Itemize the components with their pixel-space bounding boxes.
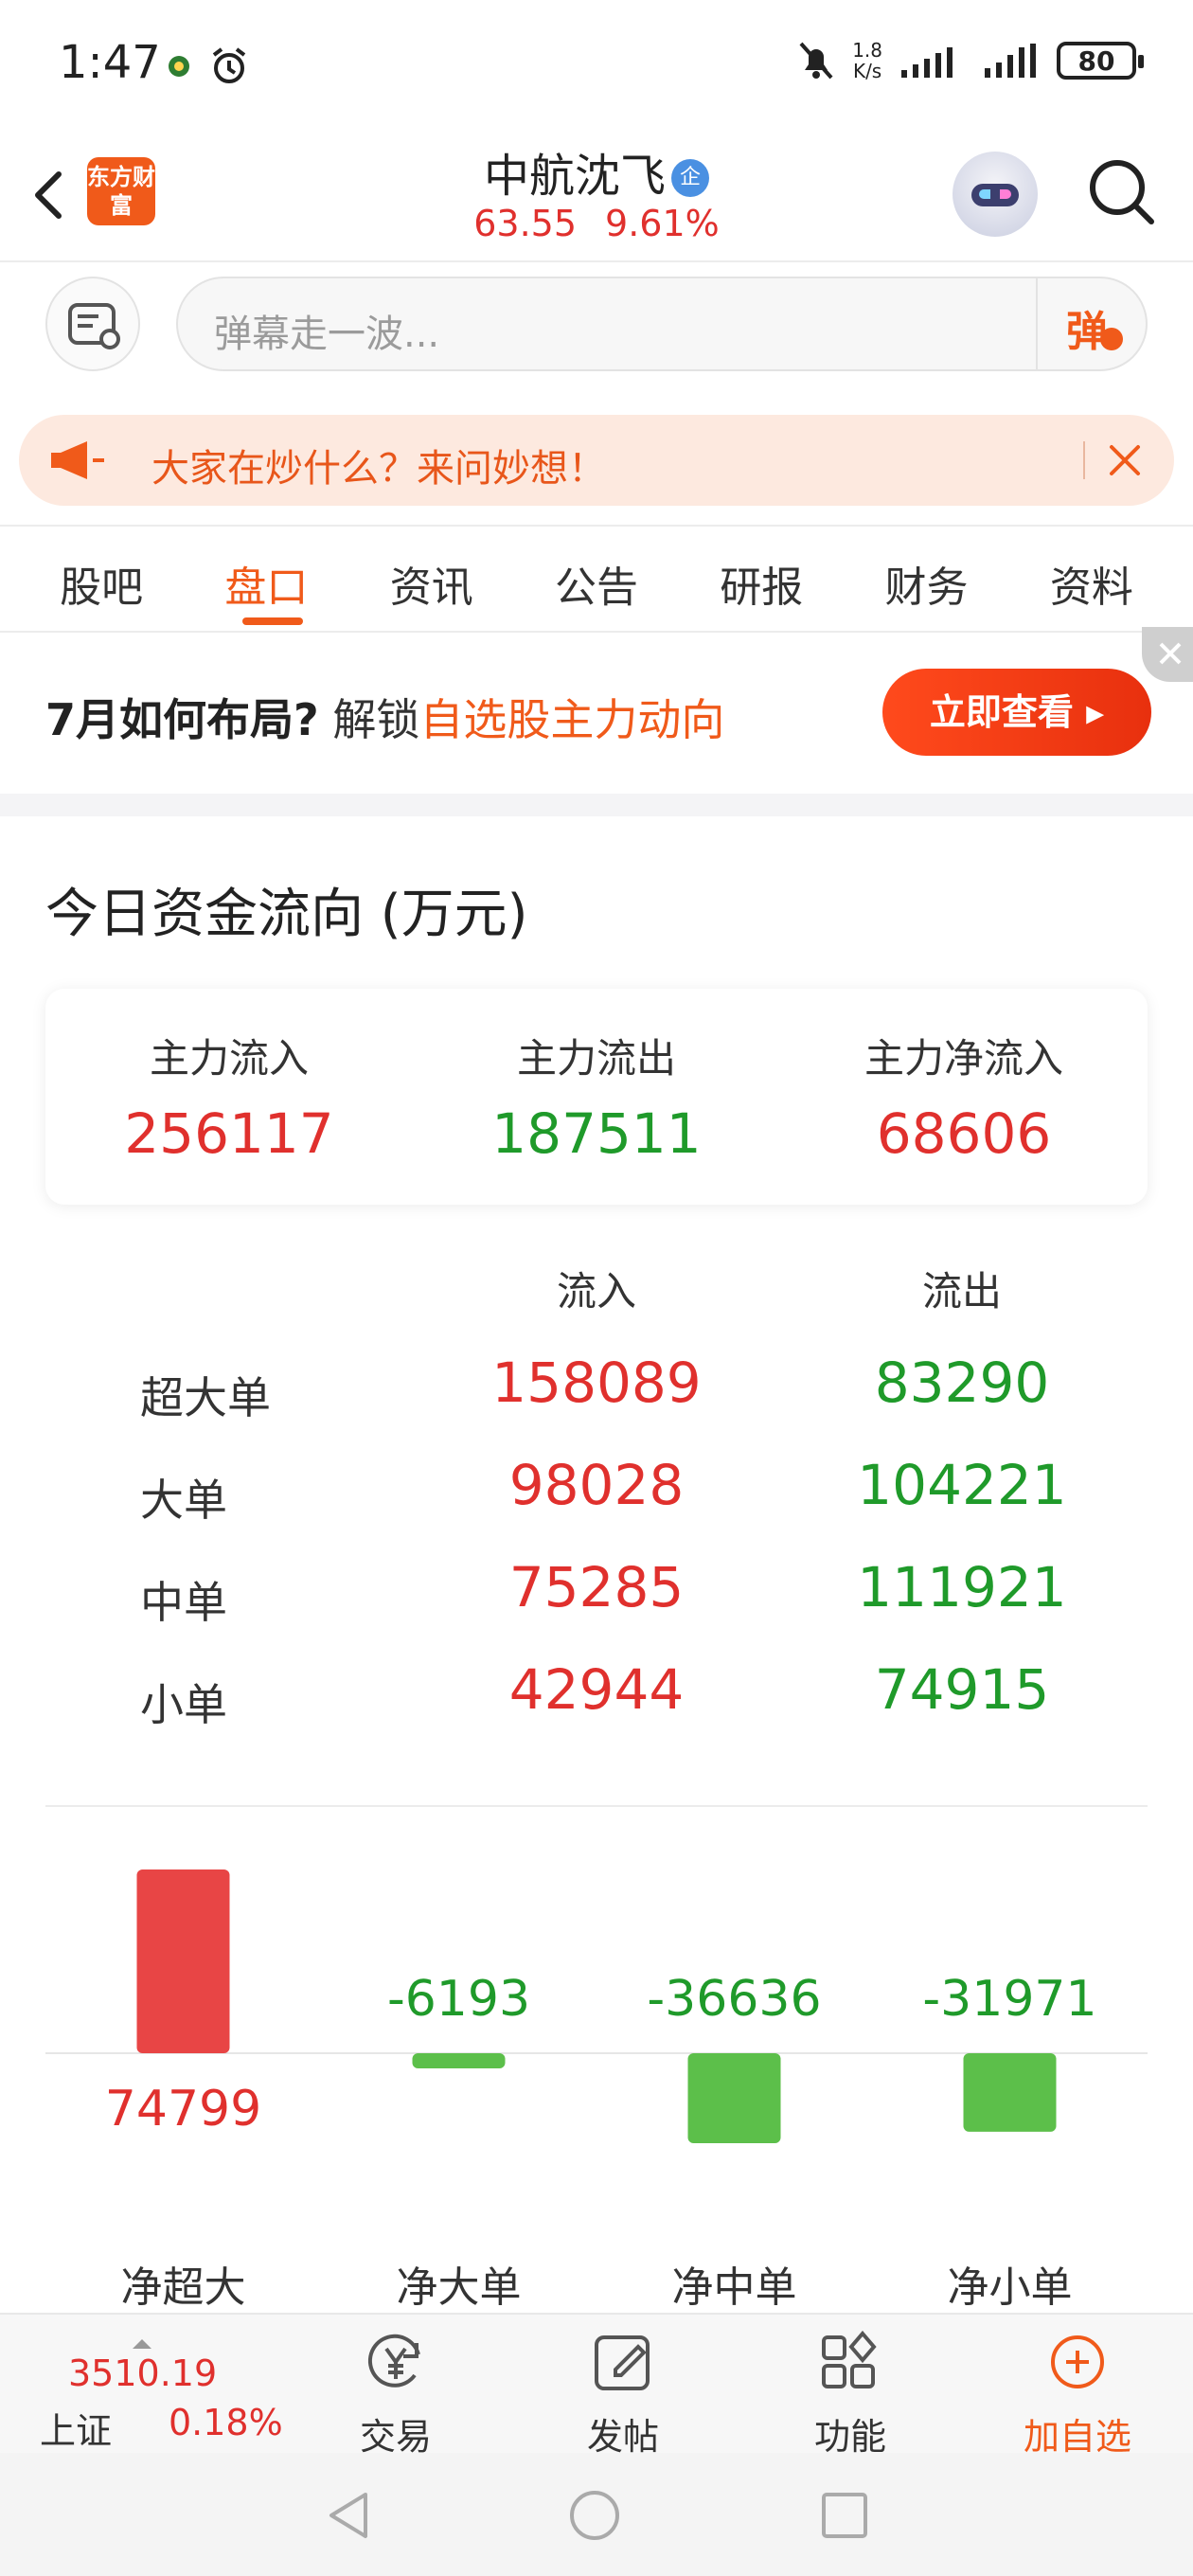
summary-main-outflow: 主力流出 187511 xyxy=(491,1035,702,1166)
market-index-ticker[interactable]: 3510.19 上证 0.18% xyxy=(38,2339,284,2452)
system-back-icon[interactable] xyxy=(324,2489,373,2542)
tab-finance[interactable]: 财务 xyxy=(851,527,1003,631)
summary-main-net-inflow: 主力净流入 68606 xyxy=(864,1035,1063,1166)
nav-post[interactable]: 发帖 xyxy=(547,2326,699,2460)
mute-bell-icon xyxy=(799,42,833,80)
notice-text: 大家在炒什么？来问妙想！ xyxy=(151,447,606,491)
app-notification-icon xyxy=(169,56,189,77)
chart-category-label: 净中单 xyxy=(672,2263,797,2311)
chart-data-label: -31971 xyxy=(922,1971,1096,2028)
table-row: 小单 42944 74915 xyxy=(140,1657,1050,1730)
tab-pankou[interactable]: 盘口 xyxy=(190,527,342,631)
table-row: 大单 98028 104221 xyxy=(140,1453,1067,1526)
chart-bar xyxy=(687,2053,781,2144)
section-gap xyxy=(0,794,1193,816)
edit-post-icon xyxy=(595,2335,650,2390)
chart-category-label: 净超大 xyxy=(121,2263,246,2311)
danmaku-placeholder: 弹幕走一波... xyxy=(214,313,440,356)
table-row: 中单 75285 111921 xyxy=(140,1555,1067,1628)
status-time: 1:47 xyxy=(59,36,161,89)
battery-indicator: 80 xyxy=(1057,42,1144,80)
ask-ai-notice[interactable]: 大家在炒什么？来问妙想！ xyxy=(19,415,1174,506)
summary-main-inflow: 主力流入 256117 xyxy=(124,1035,334,1166)
divider xyxy=(1083,441,1085,479)
tab-news[interactable]: 资讯 xyxy=(356,527,507,631)
verified-badge-icon: 企 xyxy=(671,159,709,197)
plus-circle-icon xyxy=(1051,2335,1104,2388)
chart-bar xyxy=(963,2053,1057,2132)
megaphone-icon xyxy=(51,441,104,479)
promo-highlight: 自选股主力动向 xyxy=(419,694,725,745)
chart-data-label: 74799 xyxy=(105,2081,261,2138)
chart-bar xyxy=(412,2053,506,2069)
danmaku-settings-icon xyxy=(68,303,120,349)
stock-header: 东方财富 中航沈飞企 63.55 9.61% xyxy=(0,133,1193,261)
danmaku-send-button[interactable]: 弹 xyxy=(1036,278,1146,369)
column-header-outflow: 流出 xyxy=(921,1268,1002,1315)
table-row: 超大单 158089 83290 xyxy=(140,1351,1050,1423)
promo-headline: 7月如何布局? xyxy=(45,694,319,745)
net-flow-bar-chart: 74799 净超大 -6193 净大单 -36636 净中单 -31971 净小单 xyxy=(45,1869,1148,2311)
signal-1-icon xyxy=(901,47,953,78)
system-navigation-bar xyxy=(0,2453,1193,2576)
stock-change-pct: 9.61% xyxy=(605,203,720,244)
nav-functions[interactable]: 功能 xyxy=(775,2326,926,2460)
search-icon[interactable] xyxy=(1083,153,1159,229)
close-icon[interactable] xyxy=(1100,436,1149,485)
promo-view-button[interactable]: 立即查看 ▸ xyxy=(882,669,1151,756)
system-home-icon[interactable] xyxy=(568,2489,621,2542)
tab-research[interactable]: 研报 xyxy=(686,527,837,631)
stock-price: 63.55 xyxy=(473,203,578,244)
close-icon xyxy=(1159,642,1182,665)
nav-trade[interactable]: 交易 xyxy=(320,2326,472,2460)
danmaku-settings-button[interactable] xyxy=(45,277,140,371)
danmaku-bar: 弹幕走一波... 弹 xyxy=(0,265,1193,379)
chart-data-label: -36636 xyxy=(647,1971,821,2028)
net-speed: 1.8 K/s xyxy=(852,39,882,82)
status-bar: 1:47 1.8 K/s 80 xyxy=(0,0,1193,133)
promo-text: 解锁 xyxy=(332,694,420,745)
signal-2-icon xyxy=(985,44,1036,78)
stock-name: 中航沈飞 xyxy=(483,150,666,203)
divider xyxy=(0,260,1193,262)
yen-exchange-icon xyxy=(367,2334,420,2388)
grid-icon xyxy=(822,2330,877,2388)
tab-profile[interactable]: 资料 xyxy=(1016,527,1167,631)
caret-up-icon xyxy=(133,2339,151,2349)
chart-category-label: 净大单 xyxy=(397,2263,522,2311)
system-recents-icon[interactable] xyxy=(820,2491,869,2540)
chart-data-label: -6193 xyxy=(387,1971,530,2028)
chart-category-label: 净小单 xyxy=(948,2263,1073,2311)
check-badge-icon xyxy=(1100,328,1123,350)
bottom-navigation: 3510.19 上证 0.18% 交易 发帖 功能 加自选 xyxy=(0,2313,1193,2458)
danmaku-input[interactable]: 弹幕走一波... 弹 xyxy=(176,277,1148,371)
promo-banner[interactable]: 7月如何布局? 解锁自选股主力动向 立即查看 ▸ xyxy=(0,627,1193,794)
tab-announcements[interactable]: 公告 xyxy=(521,527,672,631)
nav-add-watchlist[interactable]: 加自选 xyxy=(1002,2326,1153,2460)
capital-flow-title: 今日资金流向 (万元) xyxy=(45,884,528,945)
alarm-icon xyxy=(212,47,246,83)
tab-bar: 股吧 盘口 资讯 公告 研报 财务 资料 xyxy=(0,527,1193,631)
capital-flow-summary: 主力流入 256117 主力流出 187511 主力净流入 68606 xyxy=(45,989,1148,1205)
chart-bar xyxy=(136,1869,230,2053)
column-header-inflow: 流入 xyxy=(556,1268,636,1315)
promo-close-button[interactable] xyxy=(1142,627,1193,682)
ai-assistant-avatar[interactable] xyxy=(953,152,1038,237)
divider xyxy=(45,1805,1148,1807)
tab-guba[interactable]: 股吧 xyxy=(26,527,177,631)
